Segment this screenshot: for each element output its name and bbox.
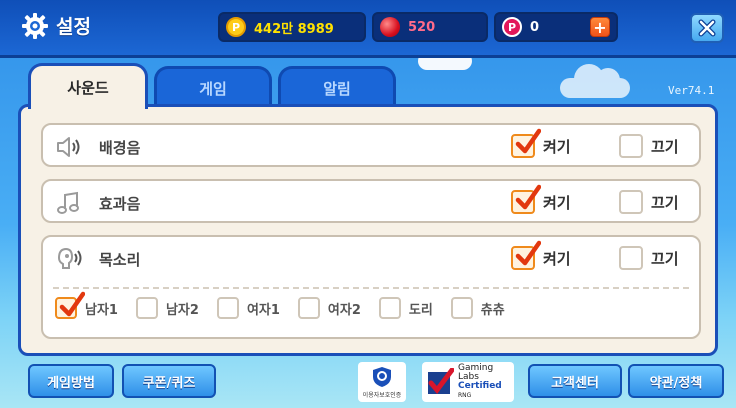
voice-icon <box>57 247 82 269</box>
top-bar: 설정 P 442만 8989 520 P 0 + <box>0 0 736 58</box>
close-icon <box>698 19 716 37</box>
gear-icon <box>22 12 48 39</box>
voice-option-female1[interactable]: 여자1 <box>216 297 280 319</box>
voice-label: 목소리 <box>99 251 141 269</box>
page-title: 설정 <box>56 16 91 38</box>
voice-option-label: 여자2 <box>327 302 361 318</box>
voice-option-male1[interactable]: 남자1 <box>55 291 118 319</box>
divider <box>53 287 689 289</box>
voice-checkbox[interactable] <box>55 291 85 319</box>
voice-checkbox[interactable] <box>297 297 320 319</box>
off-label: 끄기 <box>651 249 679 268</box>
gold-amount: 442만 8989 <box>254 21 334 37</box>
bgm-off-option[interactable]: 끄기 <box>619 134 679 158</box>
voice-options: 남자1 남자2 여자1 여자2 도리 츄츄 <box>55 291 505 319</box>
gli-certified-badge[interactable]: Gaming Labs Certified RNG <box>422 362 514 402</box>
sound-settings-panel: 배경음 켜기 끄기 효과음 켜기 끄기 목소리 켜기 끄기 남자1 남자2 여자… <box>18 104 718 356</box>
checkmark-icon <box>515 240 541 266</box>
off-label: 끄기 <box>651 193 679 212</box>
on-label: 켜기 <box>543 249 571 268</box>
voice-checkbox[interactable] <box>378 297 401 319</box>
coupon-quiz-button[interactable]: 쿠폰/퀴즈 <box>122 364 216 398</box>
customer-center-button[interactable]: 고객센터 <box>528 364 622 398</box>
voice-option-chuchu[interactable]: 츄츄 <box>450 297 505 319</box>
gli-line4: RNG <box>458 392 472 399</box>
sfx-on-checkbox[interactable] <box>511 184 541 214</box>
sfx-off-option[interactable]: 끄기 <box>619 190 679 214</box>
voice-option-label: 츄츄 <box>480 302 505 318</box>
gold-balance[interactable]: P 442만 8989 <box>218 12 366 42</box>
voice-checkbox[interactable] <box>135 297 158 319</box>
ruby-balance[interactable]: 520 <box>372 12 488 42</box>
voice-off-checkbox[interactable] <box>619 246 643 270</box>
off-label: 끄기 <box>651 137 679 156</box>
point-amount: 0 <box>530 19 540 35</box>
cloud-decoration <box>560 64 630 98</box>
voice-on-option[interactable]: 켜기 <box>511 240 571 270</box>
voice-off-option[interactable]: 끄기 <box>619 246 679 270</box>
checkmark-icon <box>515 128 541 154</box>
voice-on-checkbox[interactable] <box>511 240 541 270</box>
voice-option-male2[interactable]: 남자2 <box>135 297 199 319</box>
add-points-button[interactable]: + <box>590 17 610 37</box>
voice-option-female2[interactable]: 여자2 <box>297 297 361 319</box>
music-note-icon <box>57 191 79 214</box>
point-balance[interactable]: P 0 + <box>494 12 618 42</box>
close-button[interactable] <box>690 13 724 43</box>
version-label: Ver74.1 <box>668 84 715 97</box>
bgm-row: 배경음 켜기 끄기 <box>41 123 701 167</box>
ruby-amount: 520 <box>408 19 436 35</box>
bgm-on-option[interactable]: 켜기 <box>511 128 571 158</box>
sfx-label: 효과음 <box>99 195 141 213</box>
tab-sound[interactable]: 사운드 <box>28 63 148 109</box>
on-label: 켜기 <box>543 193 571 212</box>
voice-option-label: 남자1 <box>85 302 118 318</box>
sfx-row: 효과음 켜기 끄기 <box>41 179 701 223</box>
bgm-on-checkbox[interactable] <box>511 128 541 158</box>
on-label: 켜기 <box>543 137 571 156</box>
bgm-off-checkbox[interactable] <box>619 134 643 158</box>
sfx-on-option[interactable]: 켜기 <box>511 184 571 214</box>
tab-game[interactable]: 게임 <box>154 66 272 108</box>
terms-policy-button[interactable]: 약관/정책 <box>628 364 724 398</box>
how-to-play-button[interactable]: 게임방법 <box>28 364 114 398</box>
voice-option-dori[interactable]: 도리 <box>378 297 433 319</box>
checkmark-logo-icon <box>428 368 454 394</box>
protection-label: 이용자보호인증 <box>362 391 402 399</box>
point-coin-icon: P <box>502 17 522 37</box>
sfx-off-checkbox[interactable] <box>619 190 643 214</box>
gold-coin-icon: P <box>226 17 246 37</box>
voice-option-label: 여자1 <box>246 302 280 318</box>
voice-option-label: 남자2 <box>165 302 199 318</box>
gli-line3: Certified <box>458 381 502 391</box>
voice-row: 목소리 켜기 끄기 남자1 남자2 여자1 여자2 도리 츄츄 <box>41 235 701 339</box>
checkmark-icon <box>515 184 541 210</box>
shield-icon <box>373 366 391 387</box>
voice-checkbox[interactable] <box>450 297 473 319</box>
user-protection-badge[interactable]: 이용자보호인증 <box>358 362 406 402</box>
checkmark-icon <box>59 291 85 317</box>
settings-title: 설정 <box>22 12 91 39</box>
tab-alarm[interactable]: 알림 <box>278 66 396 108</box>
voice-checkbox[interactable] <box>216 297 239 319</box>
voice-option-label: 도리 <box>408 302 433 318</box>
speaker-icon <box>57 137 80 157</box>
bgm-label: 배경음 <box>99 139 141 157</box>
gli-text: Gaming Labs Certified RNG <box>458 364 502 400</box>
ruby-icon <box>380 17 400 37</box>
